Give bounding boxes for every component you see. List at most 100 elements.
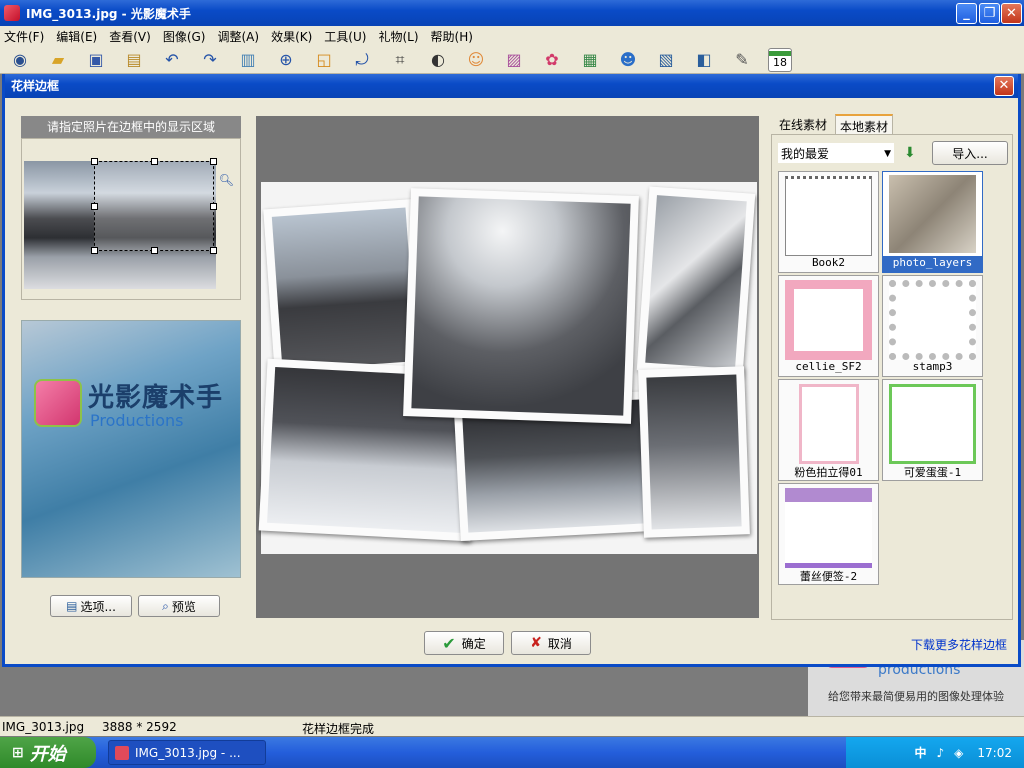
avatar-icon[interactable]: ☻ bbox=[616, 48, 640, 72]
rotate-icon[interactable]: ⤾ bbox=[350, 48, 374, 72]
color-icon[interactable]: ✿ bbox=[540, 48, 564, 72]
selection-handle[interactable] bbox=[210, 158, 217, 165]
status-dims: 3888 * 2592 bbox=[102, 720, 177, 734]
frame-dialog: 花样边框 ✕ 请指定照片在边框中的显示区域 🔍︎ 光影魔术手 Productio… bbox=[2, 74, 1021, 667]
material-tabs: 在线素材 本地素材 bbox=[773, 114, 1013, 136]
status-message: 花样边框完成 bbox=[302, 722, 375, 736]
zoom-icon[interactable]: ⊕ bbox=[274, 48, 298, 72]
selection-handle[interactable] bbox=[210, 247, 217, 254]
selection-handle[interactable] bbox=[151, 247, 158, 254]
display-area-header: 请指定照片在边框中的显示区域 bbox=[21, 116, 241, 138]
frame-item-label: stamp3 bbox=[912, 360, 953, 373]
taskbar-item[interactable]: IMG_3013.jpg - ... bbox=[108, 740, 266, 765]
frame-icon[interactable]: ▧ bbox=[654, 48, 678, 72]
preview-stage bbox=[256, 116, 759, 618]
photo-thumbnail bbox=[24, 158, 217, 289]
calendar-day: 18 bbox=[773, 55, 787, 69]
close-button[interactable]: ✕ bbox=[1001, 3, 1022, 24]
frame-thumb bbox=[889, 175, 976, 253]
taskbar-item-label: IMG_3013.jpg - ... bbox=[135, 745, 241, 760]
more-frames-link[interactable]: 下载更多花样边框 bbox=[911, 636, 1007, 653]
menu-image[interactable]: 图像(G) bbox=[163, 28, 206, 45]
frame-thumb bbox=[785, 488, 872, 568]
selection-handle[interactable] bbox=[91, 247, 98, 254]
magnifier-icon[interactable]: 🔍︎ bbox=[219, 173, 234, 187]
menu-view[interactable]: 查看(V) bbox=[109, 28, 151, 45]
menu-adjust[interactable]: 调整(A) bbox=[217, 28, 259, 45]
frame-item-label: Book2 bbox=[811, 256, 846, 269]
frame-item-pink-polaroid[interactable]: 粉色拍立得01 bbox=[778, 379, 879, 481]
background-promo-slogan: 给您带来最简便易用的图像处理体验 bbox=[828, 690, 1004, 703]
preview-label: 预览 bbox=[171, 599, 196, 614]
tab-online[interactable]: 在线素材 bbox=[775, 114, 831, 136]
minimize-button[interactable]: _ bbox=[956, 3, 977, 24]
menu-bar: 文件(F) 编辑(E) 查看(V) 图像(G) 调整(A) 效果(K) 工具(U… bbox=[0, 26, 1024, 46]
promo-logo bbox=[34, 379, 82, 427]
options-label: 选项... bbox=[80, 599, 116, 614]
resize-icon[interactable]: ◱ bbox=[312, 48, 336, 72]
undo-icon[interactable]: ↶ bbox=[160, 48, 184, 72]
import-button[interactable]: 导入... bbox=[932, 141, 1008, 165]
restore-button[interactable]: ❐ bbox=[979, 3, 1000, 24]
menu-gift[interactable]: 礼物(L) bbox=[378, 28, 418, 45]
selection-handle[interactable] bbox=[91, 158, 98, 165]
options-button[interactable]: ▤ 选项... bbox=[50, 595, 132, 617]
frame-item-label: cellie_SF2 bbox=[795, 360, 862, 373]
calendar-icon[interactable]: 18 bbox=[768, 47, 792, 72]
landscape-icon[interactable]: ▦ bbox=[578, 48, 602, 72]
compare-icon[interactable]: ▥ bbox=[236, 48, 260, 72]
network-icon[interactable]: ◈ bbox=[954, 746, 963, 760]
saveas-icon[interactable]: ▤ bbox=[122, 48, 146, 72]
preview-button[interactable]: ⌕ 预览 bbox=[138, 595, 220, 617]
frame-item-label: 粉色拍立得01 bbox=[794, 466, 863, 479]
ime-icon[interactable]: 中 bbox=[914, 744, 926, 761]
frame-thumb bbox=[785, 176, 872, 256]
selection-handle[interactable] bbox=[210, 203, 217, 210]
menu-file[interactable]: 文件(F) bbox=[4, 28, 44, 45]
open-icon[interactable]: ▰ bbox=[46, 48, 70, 72]
eye-icon[interactable]: ◉ bbox=[8, 48, 32, 72]
menu-help[interactable]: 帮助(H) bbox=[431, 28, 473, 45]
menu-edit[interactable]: 编辑(E) bbox=[56, 28, 97, 45]
frame-item-photo-layers[interactable]: photo_layers bbox=[882, 171, 983, 273]
tab-local[interactable]: 本地素材 bbox=[835, 114, 894, 136]
frame-item-book2[interactable]: Book2 bbox=[778, 171, 879, 273]
display-area-selection[interactable] bbox=[91, 158, 217, 254]
app-title-bar: IMG_3013.jpg - 光影魔术手 _ ❐ ✕ bbox=[0, 0, 1024, 26]
ok-button[interactable]: ✔ 确定 bbox=[424, 631, 504, 655]
exposure-icon[interactable]: ◐ bbox=[426, 48, 450, 72]
face-icon[interactable]: ☺ bbox=[464, 48, 488, 72]
preview-canvas bbox=[258, 182, 757, 554]
volume-icon[interactable]: ♪ bbox=[937, 746, 945, 760]
frame-item-label: 蕾丝便签-2 bbox=[799, 570, 858, 583]
frame-item-lace-note[interactable]: 蕾丝便签-2 bbox=[778, 483, 879, 585]
menu-tools[interactable]: 工具(U) bbox=[324, 28, 366, 45]
cancel-button[interactable]: ✘ 取消 bbox=[511, 631, 591, 655]
ok-label: 确定 bbox=[461, 636, 486, 651]
frame-item-cute-egg[interactable]: 可爱蛋蛋-1 bbox=[882, 379, 983, 481]
frame-item-stamp3[interactable]: stamp3 bbox=[882, 275, 983, 377]
crop-icon[interactable]: ⌗ bbox=[388, 48, 412, 72]
start-button[interactable]: ⊞ 开始 bbox=[0, 737, 96, 768]
check-icon: ✔ bbox=[442, 633, 456, 653]
preview-icon: ⌕ bbox=[162, 598, 169, 613]
split-icon[interactable]: ◧ bbox=[692, 48, 716, 72]
windows-logo-icon: ⊞ bbox=[12, 744, 24, 761]
mask-icon[interactable]: ▨ bbox=[502, 48, 526, 72]
download-arrow-icon[interactable]: ⬇ bbox=[904, 145, 916, 161]
frame-thumb bbox=[785, 280, 872, 360]
save-icon[interactable]: ▣ bbox=[84, 48, 108, 72]
category-select[interactable]: 我的最爱 ▼ bbox=[778, 143, 894, 163]
frame-item-cellie-sf2[interactable]: cellie_SF2 bbox=[778, 275, 879, 377]
menu-effects[interactable]: 效果(K) bbox=[271, 28, 312, 45]
selection-handle[interactable] bbox=[91, 203, 98, 210]
redo-icon[interactable]: ↷ bbox=[198, 48, 222, 72]
promo-subtitle: Productions bbox=[90, 411, 184, 430]
selection-handle[interactable] bbox=[151, 158, 158, 165]
frame-item-label: 可爱蛋蛋-1 bbox=[903, 466, 962, 479]
dialog-close-button[interactable]: ✕ bbox=[994, 76, 1014, 96]
crop-thumbnail-box: 🔍︎ bbox=[21, 138, 241, 300]
tools-icon[interactable]: ✎ bbox=[730, 48, 754, 72]
start-label: 开始 bbox=[29, 743, 66, 765]
photo-layer-main bbox=[403, 188, 639, 424]
